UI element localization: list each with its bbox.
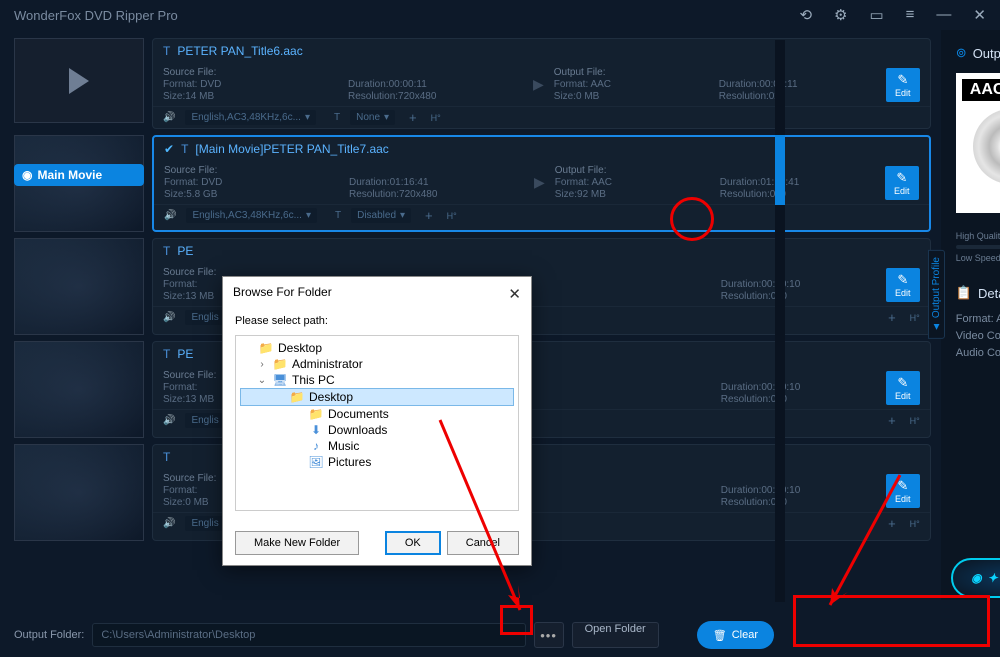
clear-button[interactable]: 🗑Clear xyxy=(697,621,774,649)
folder-icon: 📁 xyxy=(272,357,288,371)
arrow-icon: ▶ xyxy=(533,76,544,93)
list-item[interactable]: ✔T[Main Movie]PETER PAN_Title7.aac Sourc… xyxy=(152,135,931,232)
thumbnail[interactable] xyxy=(14,341,144,438)
tree-row-selected[interactable]: 📁Desktop xyxy=(240,388,514,406)
thumbnail[interactable] xyxy=(14,238,144,335)
detail-acodec: Audio Codec: AAC xyxy=(956,347,1000,359)
bottom-bar: Output Folder: C:\Users\Administrator\De… xyxy=(14,621,774,649)
subtitle-track[interactable]: None ▾ xyxy=(350,110,395,125)
item-name: [Main Movie]PETER PAN_Title7.aac xyxy=(195,142,388,156)
target-icon: ◉ xyxy=(22,168,32,182)
format-card[interactable]: AAC ♪ xyxy=(956,73,1000,213)
folder-icon: 📁 xyxy=(258,341,274,355)
list-item[interactable]: TPETER PAN_Title6.aac Source File:Format… xyxy=(152,38,931,129)
arrow-icon: ▶ xyxy=(534,174,545,191)
high-quality-label: High Quality xyxy=(956,231,1000,241)
edit-button[interactable]: ✎Edit xyxy=(885,166,919,200)
make-new-folder-button[interactable]: Make New Folder xyxy=(235,531,359,555)
audio-track[interactable]: English,AC3,48KHz,6c... ▾ xyxy=(185,110,316,125)
main-movie-badge: ◉Main Movie xyxy=(14,164,144,186)
play-icon xyxy=(69,68,89,94)
info-icon: 📋 xyxy=(956,285,972,301)
pc-icon: 🖥 xyxy=(272,373,288,387)
output-path-input[interactable]: C:\Users\Administrator\Desktop xyxy=(92,623,525,647)
minimize-icon[interactable]: — xyxy=(936,6,951,24)
tree-row[interactable]: ♪Music xyxy=(240,438,514,454)
target-icon: ⊚ xyxy=(956,45,967,61)
output-format-heading: ⊚Output Format: xyxy=(956,45,1000,61)
app-title: WonderFox DVD Ripper Pro xyxy=(14,8,799,23)
output-folder-label: Output Folder: xyxy=(14,629,84,641)
music-icon: ♪ xyxy=(308,439,324,453)
folder-icon: 📁 xyxy=(289,390,305,404)
scrollbar[interactable] xyxy=(775,40,785,602)
output-file-label: Output File: xyxy=(554,67,709,78)
low-speed-label: Low Speed xyxy=(956,253,1000,263)
list-icon[interactable]: ≡ xyxy=(906,6,915,24)
audio-icon: 🔊 xyxy=(164,210,176,221)
cancel-button[interactable]: Cancel xyxy=(447,531,519,555)
disc-icon xyxy=(973,109,1000,184)
folder-icon: 📁 xyxy=(308,407,324,421)
add-icon[interactable]: + xyxy=(425,208,433,223)
dialog-close-icon[interactable]: ✕ xyxy=(508,285,521,303)
quality-slider[interactable] xyxy=(956,245,1000,249)
tree-row[interactable]: 🖼Pictures xyxy=(240,454,514,470)
close-icon[interactable]: ✕ xyxy=(973,6,986,24)
edit-button[interactable]: ✎Edit xyxy=(886,474,920,508)
dialog-message: Please select path: xyxy=(235,315,519,327)
item-name: PETER PAN_Title6.aac xyxy=(177,44,302,58)
collapse-icon[interactable]: ⌄ xyxy=(256,375,268,386)
audio-icon: 🔊 xyxy=(163,112,175,123)
source-file-label: Source File: xyxy=(163,67,338,78)
browse-button[interactable]: ••• xyxy=(534,622,564,648)
edit-button[interactable]: ✎Edit xyxy=(886,371,920,405)
tree-row[interactable]: 📁Documents xyxy=(240,406,514,422)
text-icon: T xyxy=(181,142,188,156)
detail-vcodec: Video Codec: xyxy=(956,330,1000,342)
browse-folder-dialog: Browse For Folder ✕ Please select path: 📁… xyxy=(222,276,532,566)
ok-button[interactable]: OK xyxy=(385,531,441,555)
expand-icon[interactable]: › xyxy=(256,359,268,370)
right-panel: ⊚Output Format: AAC ♪ ▲ Output Profile H… xyxy=(941,30,1000,600)
dialog-title: Browse For Folder xyxy=(233,285,332,303)
refresh-icon[interactable]: ⟲ xyxy=(799,6,812,24)
tree-row[interactable]: ›📁Administrator xyxy=(240,356,514,372)
messages-icon[interactable]: ▭ xyxy=(869,6,883,24)
text-icon: T xyxy=(163,244,170,258)
details-heading: 📋Details: xyxy=(956,285,1000,301)
disc-small-icon: ◉ xyxy=(971,571,983,585)
tree-row[interactable]: ⬇Downloads xyxy=(240,422,514,438)
folder-tree[interactable]: 📁Desktop ›📁Administrator ⌄🖥This PC 📁Desk… xyxy=(235,335,519,511)
reel-icon: ✦ xyxy=(988,571,1000,585)
text-icon: T xyxy=(163,44,170,58)
add-icon[interactable]: + xyxy=(409,110,417,125)
titlebar: WonderFox DVD Ripper Pro ⟲ ⚙ ▭ ≡ — ✕ xyxy=(0,0,1000,30)
check-icon[interactable]: ✔ xyxy=(164,142,174,156)
tree-row[interactable]: ⌄🖥This PC xyxy=(240,372,514,388)
gear-icon[interactable]: ⚙ xyxy=(834,6,847,24)
thumbnail[interactable] xyxy=(14,444,144,541)
download-icon: ⬇ xyxy=(308,423,324,437)
output-profile-tab[interactable]: ▲ Output Profile xyxy=(928,250,945,339)
edit-button[interactable]: ✎Edit xyxy=(886,268,920,302)
edit-button[interactable]: ✎Edit xyxy=(886,68,920,102)
tree-row[interactable]: 📁Desktop xyxy=(240,340,514,356)
detail-format: Format: AAC xyxy=(956,313,1000,325)
scrollbar-thumb[interactable] xyxy=(775,135,785,205)
edit-icon: ✎ xyxy=(896,170,907,186)
open-folder-button[interactable]: Open Folder xyxy=(572,622,659,648)
run-button[interactable]: ◉✦ RUN xyxy=(951,558,1000,598)
subtitle-track[interactable]: Disabled ▾ xyxy=(351,208,411,223)
annotation-box xyxy=(793,595,990,647)
audio-track[interactable]: English,AC3,48KHz,6c... ▾ xyxy=(186,208,317,223)
edit-icon: ✎ xyxy=(897,72,908,88)
preview-box[interactable] xyxy=(14,38,144,123)
trash-icon: 🗑 xyxy=(713,629,727,642)
pictures-icon: 🖼 xyxy=(308,455,324,469)
format-badge: AAC xyxy=(962,79,1000,101)
